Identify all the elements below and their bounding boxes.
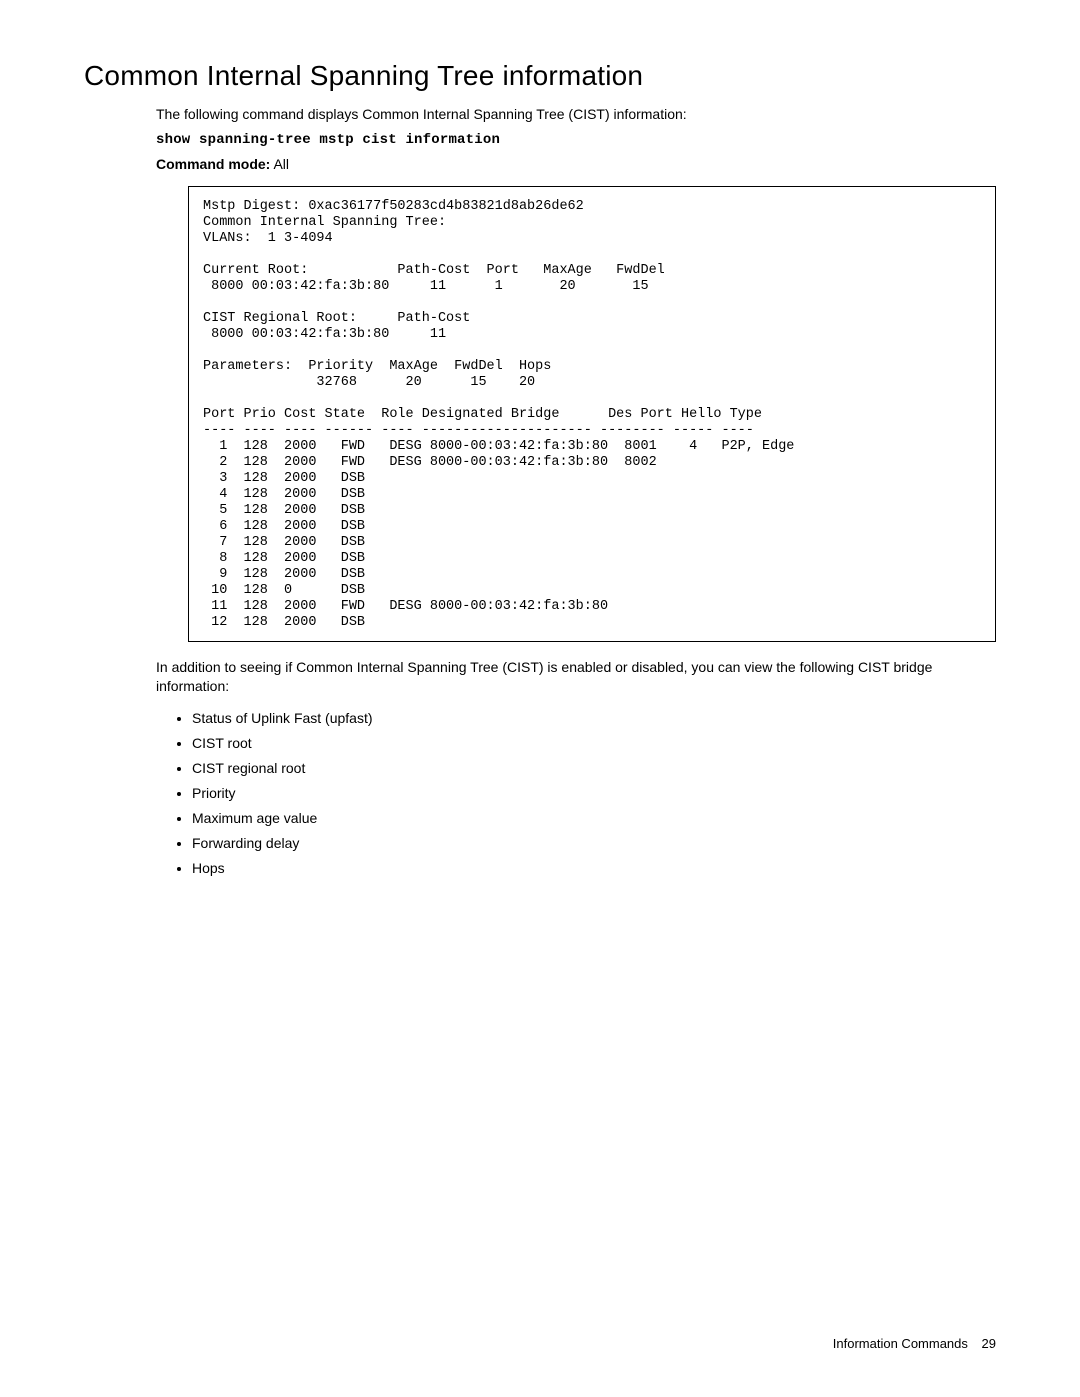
list-item: CIST root <box>192 731 996 756</box>
cli-output-block: Mstp Digest: 0xac36177f50283cd4b83821d8a… <box>188 186 996 642</box>
after-text: In addition to seeing if Common Internal… <box>156 658 996 696</box>
intro-text: The following command displays Common In… <box>156 106 996 122</box>
list-item: CIST regional root <box>192 756 996 781</box>
cist-info-list: Status of Uplink Fast (upfast)CIST rootC… <box>174 706 996 881</box>
list-item: Priority <box>192 781 996 806</box>
page: Common Internal Spanning Tree informatio… <box>0 0 1080 1397</box>
page-title: Common Internal Spanning Tree informatio… <box>84 60 996 92</box>
list-item: Hops <box>192 856 996 881</box>
list-item: Forwarding delay <box>192 831 996 856</box>
footer-section: Information Commands <box>833 1336 968 1351</box>
footer-page-number: 29 <box>982 1336 996 1351</box>
list-item: Maximum age value <box>192 806 996 831</box>
command-text: show spanning-tree mstp cist information <box>156 132 996 148</box>
page-footer: Information Commands 29 <box>833 1336 996 1351</box>
list-item: Status of Uplink Fast (upfast) <box>192 706 996 731</box>
command-mode-line: Command mode: All <box>156 156 996 172</box>
page-body: The following command displays Common In… <box>156 106 996 881</box>
command-mode-value: All <box>270 156 289 172</box>
command-mode-label: Command mode: <box>156 156 270 172</box>
